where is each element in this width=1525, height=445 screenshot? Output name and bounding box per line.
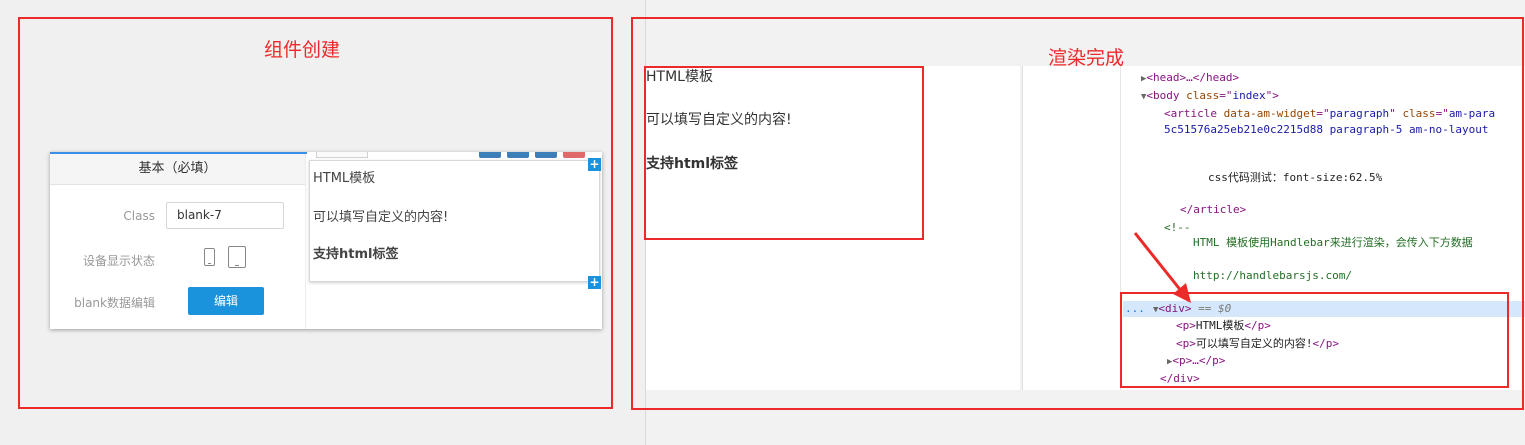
- tablet-icon[interactable]: [228, 246, 246, 268]
- class-label: Class: [123, 209, 155, 223]
- dom-output-highlight: [1120, 292, 1509, 388]
- component-editor: 基本（必填） Class blank-7 设备显示状态 blank数据编辑 编辑…: [50, 152, 602, 329]
- preview-line-1: HTML模板: [313, 171, 376, 186]
- toolbar-button[interactable]: [507, 152, 529, 158]
- add-bottom-icon[interactable]: +: [588, 276, 601, 289]
- render-complete-annotation: 渲染完成: [1048, 47, 1125, 69]
- rendered-output-highlight: [644, 66, 924, 240]
- panel-separator: [305, 154, 306, 329]
- add-top-icon[interactable]: +: [588, 158, 601, 171]
- phone-icon[interactable]: [204, 248, 215, 266]
- preview-line-2: 可以填写自定义的内容!: [313, 210, 449, 225]
- toolbar-button[interactable]: [535, 152, 557, 158]
- preview-line-3: 支持html标签: [313, 247, 399, 262]
- panel-title: 基本（必填）: [50, 154, 305, 185]
- component-creation-annotation: 组件创建: [264, 39, 341, 61]
- preview-tab[interactable]: [316, 152, 368, 158]
- red-arrow-icon: [1133, 232, 1191, 303]
- widget-preview[interactable]: HTML模板 可以填写自定义的内容! 支持html标签: [309, 160, 600, 282]
- toolbar-delete-button[interactable]: [563, 152, 585, 158]
- toolbar-button[interactable]: [479, 152, 501, 158]
- blank-data-label: blank数据编辑: [74, 296, 155, 310]
- edit-button[interactable]: 编辑: [188, 287, 264, 315]
- device-display-label: 设备显示状态: [82, 254, 155, 268]
- class-input[interactable]: blank-7: [166, 202, 284, 229]
